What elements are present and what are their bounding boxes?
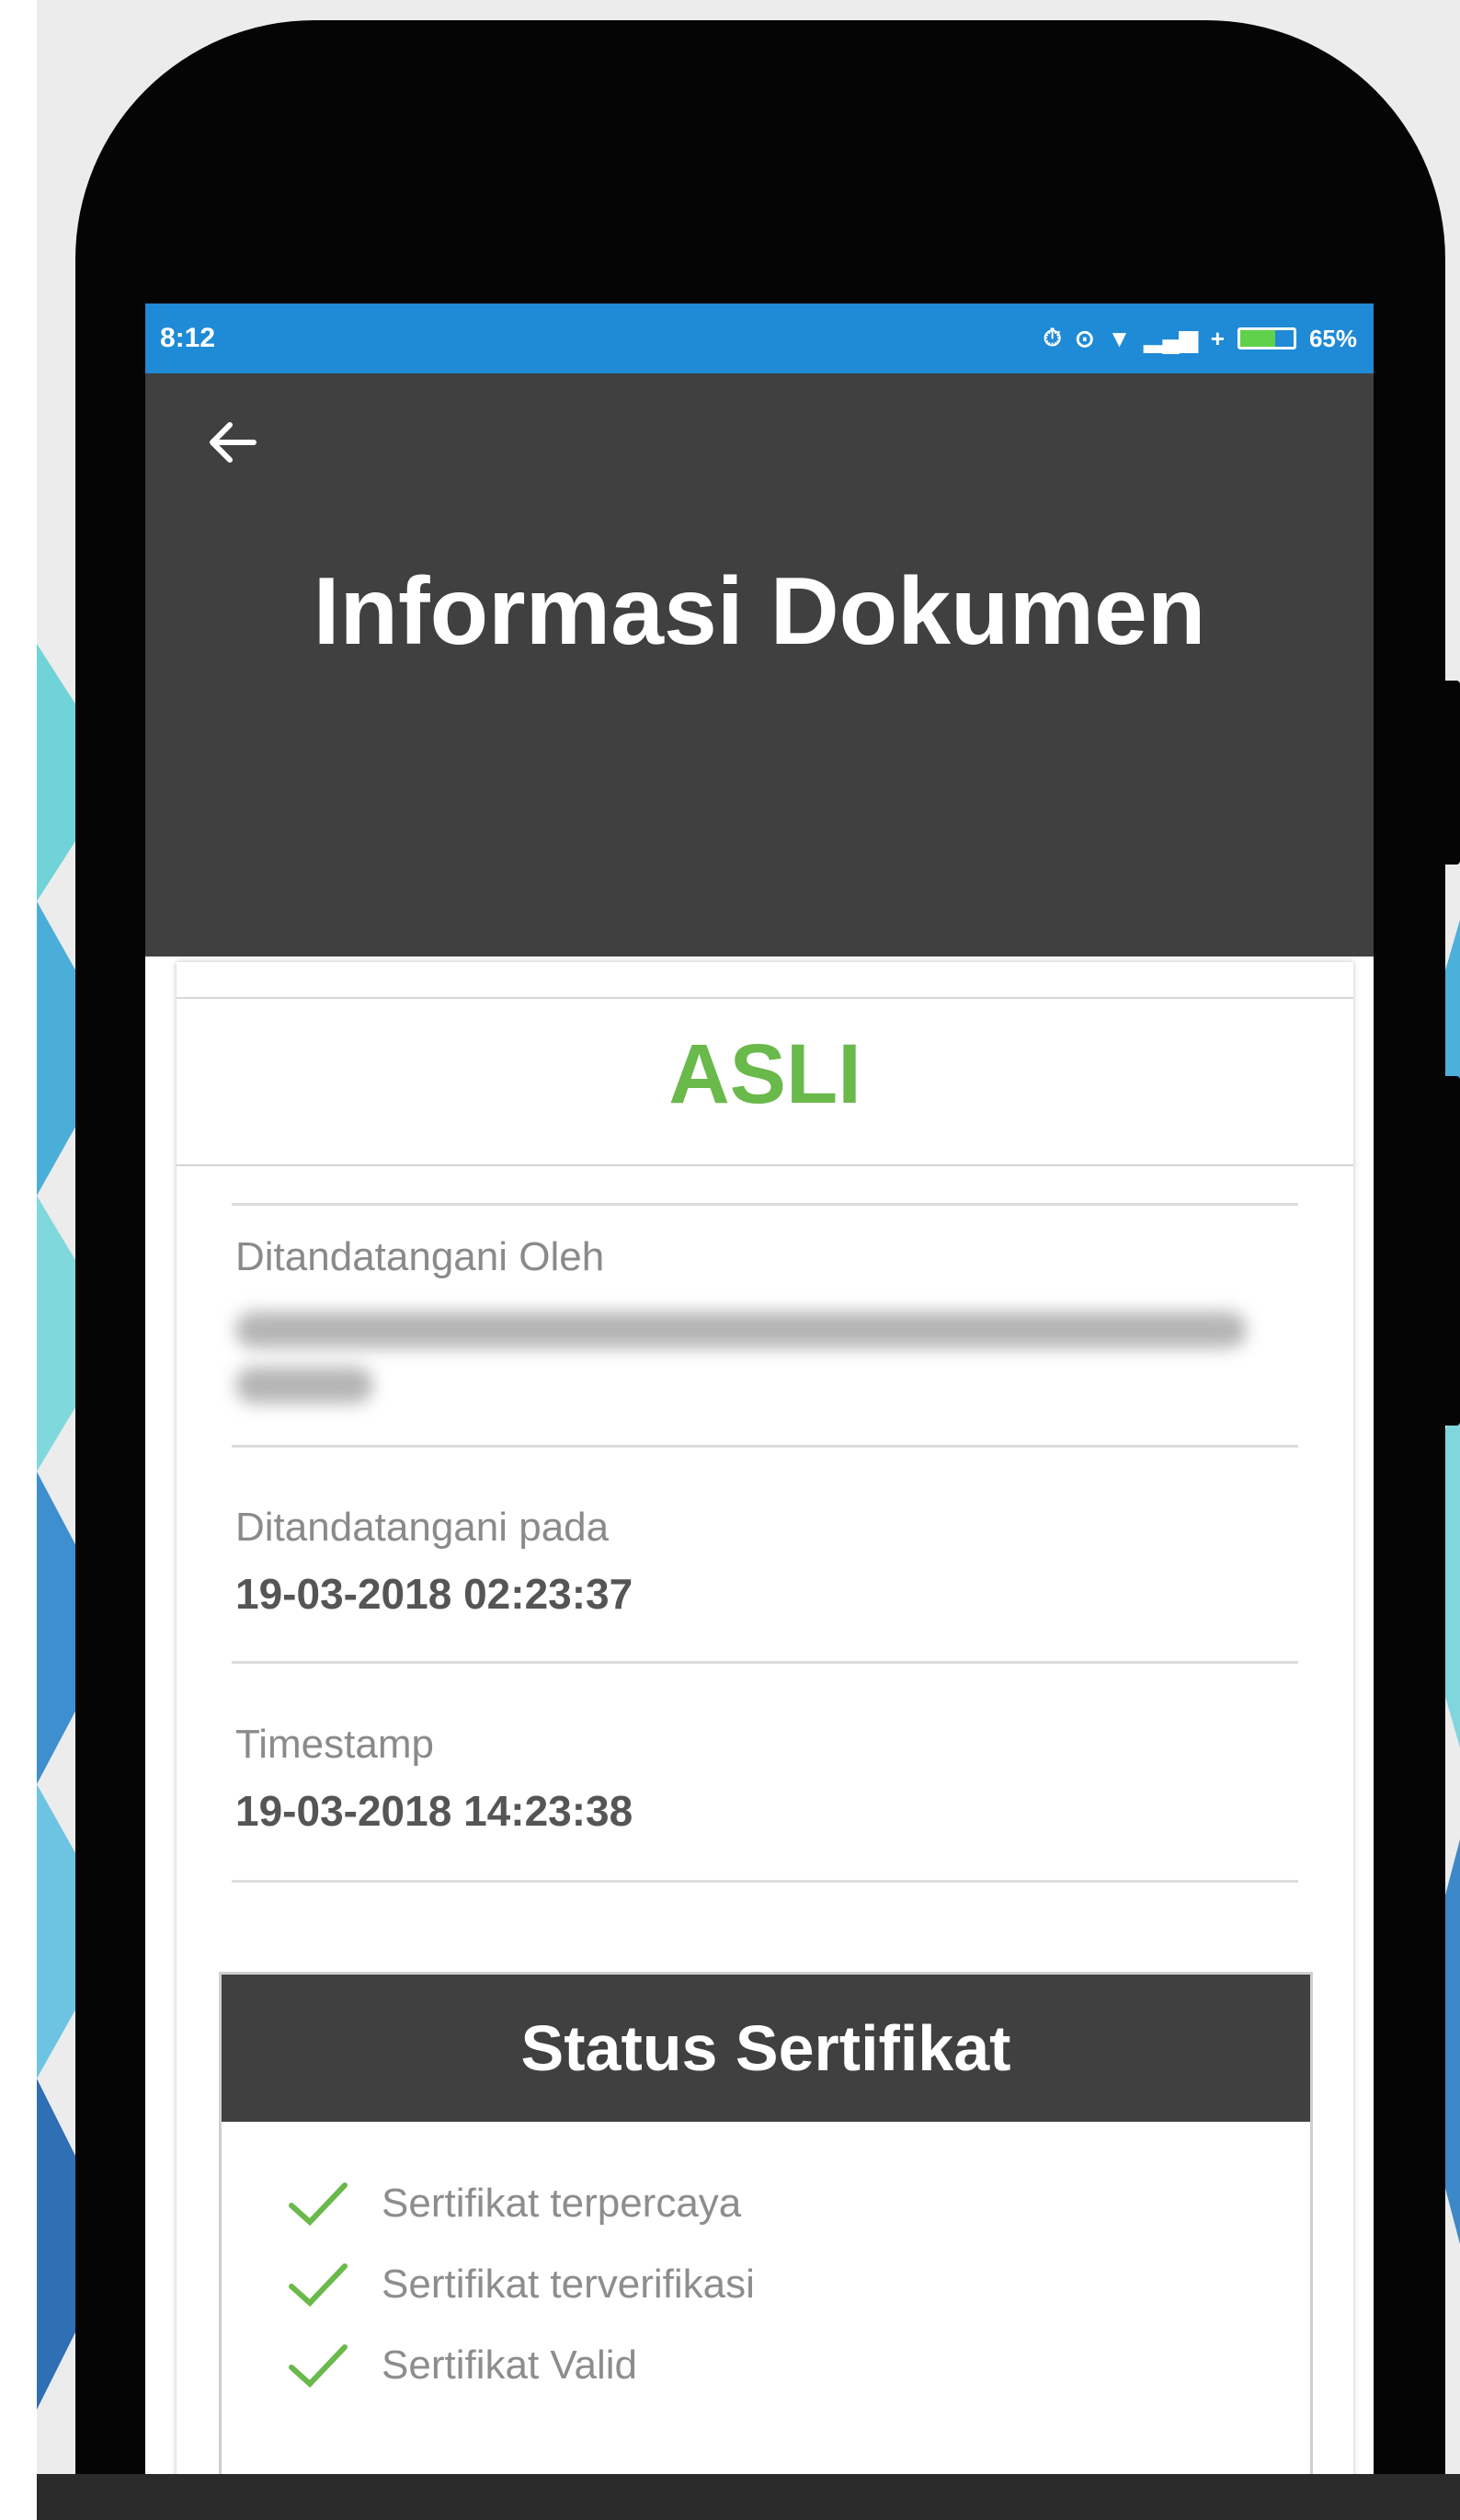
certificate-status-title: Status Sertifikat bbox=[222, 1975, 1310, 2122]
status-time: 8:12 bbox=[160, 323, 216, 353]
divider bbox=[232, 1661, 1298, 1664]
bottom-band bbox=[37, 2474, 1460, 2520]
status-bar: 8:12 ⏱ ⊙ ▼ ▂▄▆ + 65% bbox=[145, 304, 1374, 373]
wifi-icon: ▼ bbox=[1107, 324, 1132, 352]
arrow-left-icon[interactable] bbox=[200, 410, 265, 475]
signal-icon: ▂▄▆ bbox=[1144, 324, 1198, 352]
side-button bbox=[1440, 1076, 1460, 1426]
cert-item-label: Sertifikat terpercaya bbox=[382, 2181, 742, 2226]
check-icon bbox=[289, 2263, 348, 2308]
status-icons: ⏱ ⊙ ▼ ▂▄▆ + 65% bbox=[1044, 324, 1357, 353]
divider bbox=[177, 997, 1353, 999]
app-header: Informasi Dokumen bbox=[145, 373, 1374, 956]
page-title: Informasi Dokumen bbox=[313, 558, 1206, 665]
divider bbox=[232, 1880, 1298, 1883]
signed-by-label: Ditandatangani Oleh bbox=[235, 1234, 605, 1279]
divider bbox=[177, 1164, 1353, 1166]
signed-at-value: 19-03-2018 02:23:37 bbox=[235, 1570, 633, 1618]
check-icon bbox=[289, 2182, 348, 2227]
cert-item-trusted: Sertifikat terpercaya bbox=[286, 2171, 741, 2236]
timestamp-label: Timestamp bbox=[235, 1722, 434, 1767]
sync-icon: ⊙ bbox=[1074, 324, 1095, 352]
cert-item-verified: Sertifikat terverifikasi bbox=[286, 2252, 755, 2317]
divider bbox=[232, 1203, 1298, 1206]
certificate-status-panel: Status Sertifikat Sertifikat terpercaya … bbox=[219, 1972, 1313, 2474]
battery-percent: 65% bbox=[1308, 324, 1357, 352]
battery-icon bbox=[1237, 327, 1296, 349]
battery-level bbox=[1239, 330, 1275, 347]
phone-screen: 8:12 ⏱ ⊙ ▼ ▂▄▆ + 65% Informasi Dokumen A… bbox=[145, 304, 1374, 2474]
charging-icon: + bbox=[1210, 324, 1225, 352]
alarm-icon: ⏱ bbox=[1043, 324, 1062, 351]
side-button bbox=[1440, 681, 1460, 865]
signed-by-value-redacted bbox=[235, 1302, 1265, 1403]
cert-item-valid: Sertifikat Valid bbox=[286, 2333, 637, 2398]
cert-item-label: Sertifikat Valid bbox=[382, 2342, 637, 2388]
check-icon bbox=[289, 2344, 348, 2388]
signed-at-label: Ditandatangani pada bbox=[235, 1505, 610, 1550]
timestamp-value: 19-03-2018 14:23:38 bbox=[235, 1787, 633, 1835]
verdict-label: ASLI bbox=[668, 1027, 861, 1121]
divider bbox=[232, 1445, 1298, 1448]
cert-item-label: Sertifikat terverifikasi bbox=[382, 2262, 755, 2307]
